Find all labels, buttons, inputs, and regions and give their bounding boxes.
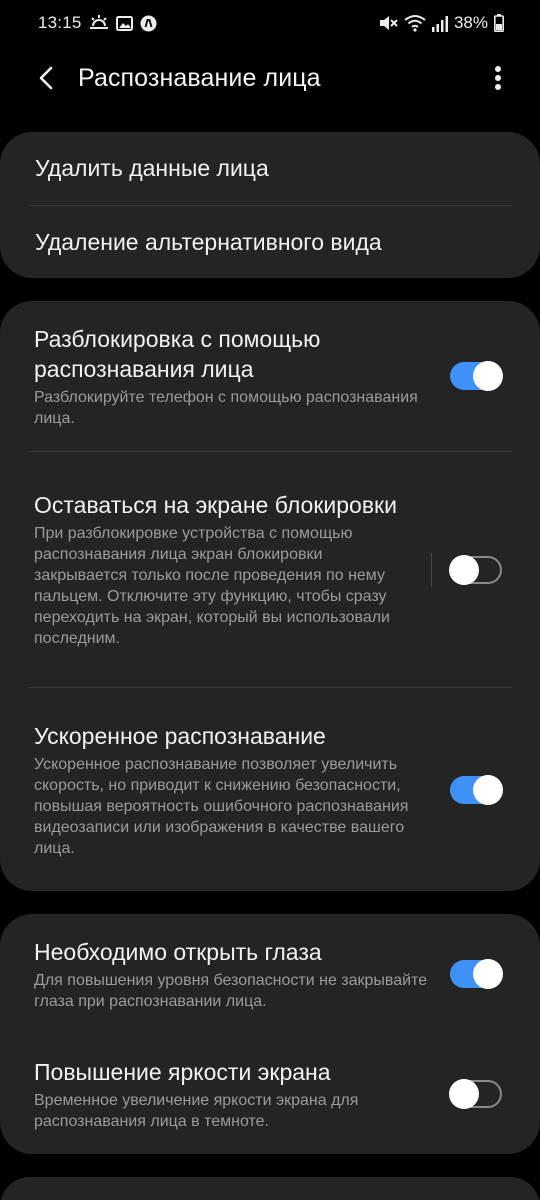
faster-recognition-toggle[interactable] [450,774,503,805]
require-open-eyes-title: Необходимо открыть глаза [34,938,322,965]
face-unlock-title: Разблокировка с помощью распознавания ли… [34,325,321,382]
status-left: 13:15 [38,13,157,33]
face-data-card: Удалить данные лица Удаление альтернатив… [0,132,540,278]
brighten-screen-subtitle: Временное увеличение яркости экрана для … [34,1091,359,1130]
face-unlock-text: Разблокировка с помощью распознавания ли… [34,324,432,429]
faster-recognition-title: Ускоренное распознавание [34,722,326,749]
brighten-screen-toggle[interactable] [449,1079,502,1109]
stay-on-lock-screen-text: Оставаться на экране блокировки При разб… [34,490,417,649]
stay-on-lock-screen-item[interactable]: Оставаться на экране блокировки При разб… [0,452,540,687]
page-title: Распознавание лица [78,63,321,92]
faster-recognition-item[interactable]: Ускоренное распознавание Ускоренное расп… [0,688,540,891]
unlock-settings-card: Разблокировка с помощью распознавания ли… [0,301,540,891]
battery-percentage: 38% [453,13,488,32]
toggle-knob [473,774,503,805]
additional-settings-card [0,1177,540,1200]
weather-icon [89,15,109,31]
stay-on-lock-screen-toggle[interactable] [449,554,502,585]
require-open-eyes-item[interactable]: Необходимо открыть глаза Для повышения у… [0,914,540,1034]
toggle-knob [449,1079,479,1109]
face-recognition-settings-screen: 13:15 38% Распознавание лица Удалить дан… [0,0,540,1200]
require-open-eyes-text: Необходимо открыть глаза Для повышения у… [34,937,432,1012]
wifi-icon [404,14,426,32]
face-unlock-item[interactable]: Разблокировка с помощью распознавания ли… [0,301,540,451]
brighten-screen-text: Повышение яркости экрана Временное увели… [34,1057,432,1132]
faster-recognition-subtitle: Ускоренное распознавание позволяет увели… [34,755,409,857]
face-unlock-subtitle: Разблокируйте телефон с помощью распозна… [34,388,418,427]
delete-alternative-look-item[interactable]: Удаление альтернативного вида [0,206,540,278]
require-open-eyes-toggle[interactable] [450,959,503,989]
back-button[interactable] [24,56,68,100]
back-arrow-icon [39,66,53,90]
delete-face-data-item[interactable]: Удалить данные лица [0,132,540,205]
brighten-screen-item[interactable]: Повышение яркости экрана Временное увели… [0,1034,540,1154]
stay-on-lock-screen-subtitle: При разблокировке устройства с помощью р… [34,525,390,647]
image-icon [115,15,133,31]
face-unlock-toggle[interactable] [450,361,503,391]
faster-recognition-text: Ускоренное распознавание Ускоренное расп… [34,721,432,859]
toggle-knob [473,361,503,391]
signal-icon [431,15,448,32]
mute-icon [378,14,398,32]
more-vertical-icon [495,66,501,90]
toggle-knob [473,959,503,989]
require-open-eyes-subtitle: Для повышения уровня безопасности не зак… [34,971,428,1010]
brighten-screen-title: Повышение яркости экрана [34,1058,331,1085]
status-right: 38% [378,13,504,33]
stay-on-lock-screen-title: Оставаться на экране блокировки [34,492,397,518]
delete-alternative-look-label: Удаление альтернативного вида [35,229,382,255]
battery-icon [494,14,504,32]
delete-face-data-label: Удалить данные лица [35,155,269,181]
more-options-button[interactable] [480,56,516,100]
status-bar: 13:15 38% [0,0,540,46]
app-bar: Распознавание лица [0,46,540,110]
toggle-knob [449,554,479,585]
security-options-card: Необходимо открыть глаза Для повышения у… [0,914,540,1154]
status-time: 13:15 [38,13,82,32]
app-notification-icon [140,15,157,32]
vertical-separator [431,552,432,587]
